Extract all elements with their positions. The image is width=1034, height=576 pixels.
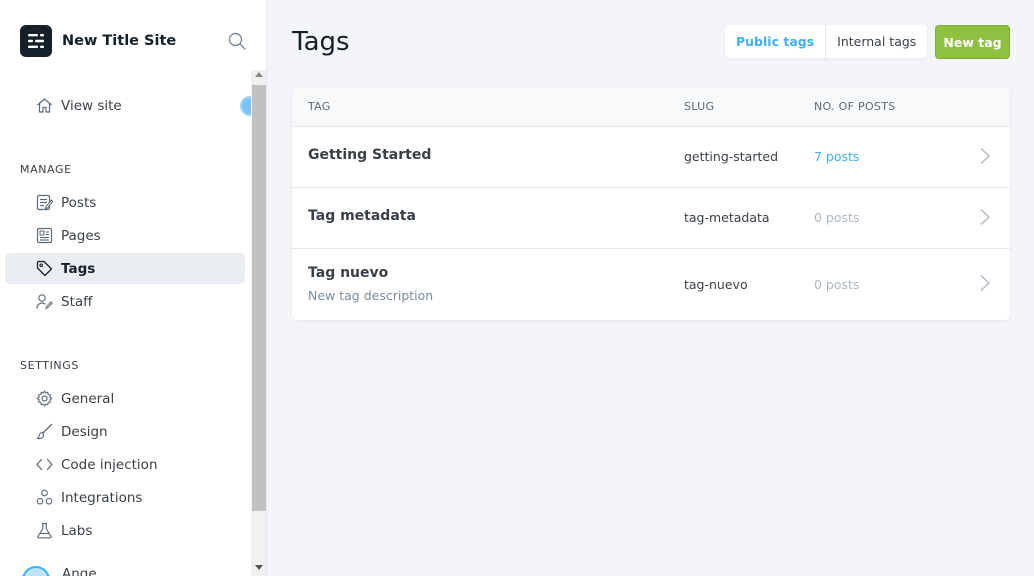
internal-tags-button[interactable]: Internal tags bbox=[826, 25, 927, 58]
tag-icon bbox=[36, 260, 53, 277]
staff-icon bbox=[36, 294, 53, 310]
tag-post-count: 0 posts bbox=[814, 210, 860, 225]
integrations-icon bbox=[36, 489, 53, 505]
tag-type-toggle: Public tags Internal tags bbox=[725, 25, 928, 58]
settings-heading: SETTINGS bbox=[20, 359, 79, 372]
tag-slug: tag-metadata bbox=[684, 210, 770, 225]
user-name[interactable]: Ange bbox=[62, 566, 97, 576]
search-icon[interactable] bbox=[228, 32, 246, 50]
sidebar-item-label: Tags bbox=[61, 260, 96, 277]
sidebar: New Title Site View site MANAGE Posts Pa… bbox=[0, 0, 267, 576]
tags-table: TAG SLUG NO. OF POSTS Getting Started ge… bbox=[292, 87, 1010, 320]
table-row[interactable]: Tag nuevo New tag description tag-nuevo … bbox=[292, 249, 1010, 320]
sidebar-item-label: Code injection bbox=[61, 456, 158, 473]
sidebar-item-label: Labs bbox=[61, 522, 93, 539]
tag-description: New tag description bbox=[308, 288, 434, 303]
sidebar-item-view-site[interactable]: View site bbox=[5, 90, 245, 121]
avatar[interactable] bbox=[22, 566, 50, 576]
new-tag-button[interactable]: New tag bbox=[935, 25, 1010, 59]
table-row[interactable]: Tag metadata tag-metadata 0 posts bbox=[292, 188, 1010, 249]
tag-name[interactable]: Getting Started bbox=[308, 147, 431, 163]
page-title: Tags bbox=[292, 27, 350, 57]
gear-icon bbox=[36, 390, 53, 407]
sidebar-item-label: Posts bbox=[61, 194, 97, 211]
sidebar-item-integrations[interactable]: Integrations bbox=[5, 482, 245, 513]
public-tags-button[interactable]: Public tags bbox=[725, 25, 827, 58]
site-brand[interactable]: New Title Site bbox=[20, 25, 176, 57]
chevron-right-icon[interactable] bbox=[978, 147, 992, 165]
site-title: New Title Site bbox=[62, 33, 177, 49]
sidebar-scrollbar[interactable] bbox=[251, 70, 266, 576]
tag-post-count[interactable]: 7 posts bbox=[814, 149, 859, 164]
column-header-tag: TAG bbox=[308, 100, 331, 113]
sidebar-item-labs[interactable]: Labs bbox=[5, 515, 245, 546]
sidebar-item-pages[interactable]: Pages bbox=[5, 220, 245, 251]
sidebar-item-label: Staff bbox=[61, 293, 93, 310]
brush-icon bbox=[36, 423, 53, 440]
sidebar-item-design[interactable]: Design bbox=[5, 416, 245, 447]
sidebar-item-label: Pages bbox=[61, 227, 101, 244]
posts-icon bbox=[36, 194, 53, 211]
sidebar-item-staff[interactable]: Staff bbox=[5, 286, 245, 317]
sidebar-item-label: Integrations bbox=[61, 489, 143, 506]
manage-heading: MANAGE bbox=[20, 163, 72, 176]
tag-name[interactable]: Tag metadata bbox=[308, 208, 416, 224]
column-header-posts: NO. OF POSTS bbox=[814, 100, 896, 113]
sidebar-item-label: View site bbox=[61, 97, 122, 114]
column-header-slug: SLUG bbox=[684, 100, 715, 113]
pages-icon bbox=[36, 227, 53, 244]
sidebar-item-tags[interactable]: Tags bbox=[5, 253, 245, 284]
scroll-thumb[interactable] bbox=[252, 85, 266, 511]
flask-icon bbox=[37, 522, 52, 539]
scroll-down-arrow-icon[interactable] bbox=[255, 565, 263, 570]
tag-name[interactable]: Tag nuevo bbox=[308, 265, 388, 281]
sidebar-item-label: General bbox=[61, 390, 115, 407]
table-row[interactable]: Getting Started getting-started 7 posts bbox=[292, 127, 1010, 188]
sidebar-item-code-injection[interactable]: Code injection bbox=[5, 449, 245, 480]
table-header: TAG SLUG NO. OF POSTS bbox=[292, 87, 1010, 127]
scroll-up-arrow-icon[interactable] bbox=[255, 72, 263, 77]
home-icon bbox=[37, 98, 52, 113]
tag-post-count: 0 posts bbox=[814, 277, 860, 292]
site-logo-icon bbox=[20, 25, 52, 57]
sidebar-item-general[interactable]: General bbox=[5, 383, 245, 414]
sidebar-item-posts[interactable]: Posts bbox=[5, 187, 245, 218]
code-icon bbox=[36, 458, 53, 471]
sidebar-item-label: Design bbox=[61, 423, 108, 440]
tag-slug: getting-started bbox=[684, 149, 779, 164]
tag-slug: tag-nuevo bbox=[684, 277, 748, 292]
chevron-right-icon[interactable] bbox=[978, 274, 992, 292]
chevron-right-icon[interactable] bbox=[978, 208, 992, 226]
